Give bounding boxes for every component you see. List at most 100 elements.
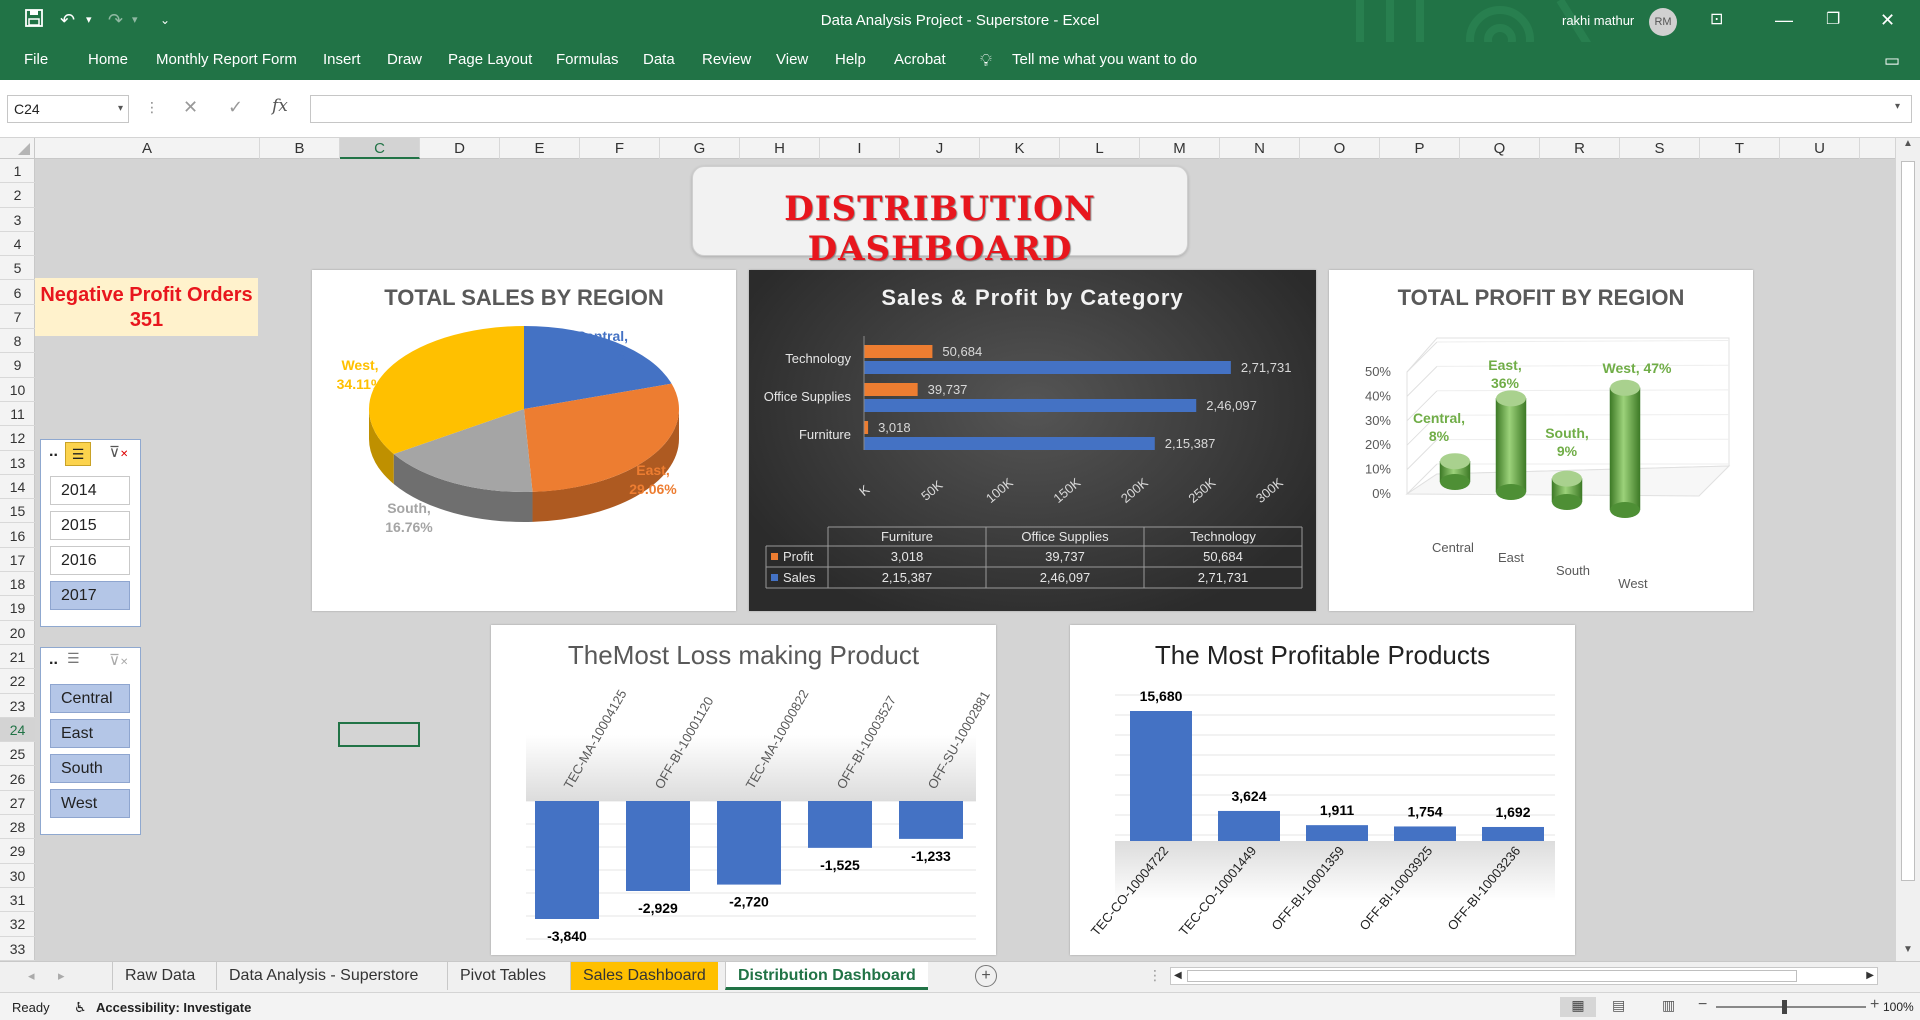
column-header-i[interactable]: I <box>820 138 900 159</box>
slicer-item-2015[interactable]: 2015 <box>50 511 130 540</box>
scroll-down-icon[interactable]: ▼ <box>1903 944 1913 955</box>
row-header-1[interactable]: 1 <box>0 159 35 184</box>
column-header-t[interactable]: T <box>1700 138 1780 159</box>
row-header-20[interactable]: 20 <box>0 621 35 645</box>
accessibility-status[interactable]: Accessibility: Investigate <box>96 1000 251 1015</box>
column-header-n[interactable]: N <box>1220 138 1300 159</box>
row-header-13[interactable]: 13 <box>0 451 35 475</box>
tab-splitter-icon[interactable]: ⋮ <box>1148 967 1162 984</box>
normal-view-icon[interactable]: ▦ <box>1560 997 1596 1017</box>
tab-view[interactable]: View <box>776 51 808 68</box>
formula-input[interactable] <box>310 95 1912 123</box>
sales-profit-category-chart[interactable]: Sales & Profit by Category Furniture 3,01… <box>749 270 1316 611</box>
row-header-4[interactable]: 4 <box>0 232 35 257</box>
column-header-q[interactable]: Q <box>1460 138 1540 159</box>
row-header-10[interactable]: 10 <box>0 378 35 402</box>
row-header-22[interactable]: 22 <box>0 669 35 694</box>
column-header-a[interactable]: A <box>35 138 260 159</box>
row-header-5[interactable]: 5 <box>0 256 35 281</box>
scroll-thumb[interactable] <box>1187 970 1797 982</box>
row-header-27[interactable]: 27 <box>0 791 35 816</box>
zoom-slider[interactable] <box>1716 1006 1866 1008</box>
page-break-view-icon[interactable]: ▥ <box>1662 997 1675 1014</box>
column-header-o[interactable]: O <box>1300 138 1380 159</box>
zoom-slider-thumb[interactable] <box>1782 1000 1787 1014</box>
accessibility-icon[interactable]: ♿︎ <box>74 999 87 1016</box>
slicer-item-east[interactable]: East <box>50 719 130 748</box>
tab-help[interactable]: Help <box>835 51 866 68</box>
slicer-item-south[interactable]: South <box>50 754 130 783</box>
row-header-24[interactable]: 24 <box>0 717 35 743</box>
row-header-25[interactable]: 25 <box>0 742 35 767</box>
ribbon-display-icon[interactable]: ⊡ <box>1710 8 1723 32</box>
sheet-tab-data-analysis-superstore[interactable]: Data Analysis - Superstore <box>216 962 430 990</box>
column-header-l[interactable]: L <box>1060 138 1140 159</box>
row-header-21[interactable]: 21 <box>0 645 35 670</box>
sheet-tab-pivot-tables[interactable]: Pivot Tables <box>447 962 558 990</box>
sales-by-region-chart[interactable]: TOTAL SALES BY REGION Central, 20.06% East… <box>312 270 736 611</box>
horizontal-scrollbar[interactable]: ◀ ▶ <box>1170 967 1878 985</box>
row-header-6[interactable]: 6 <box>0 281 35 305</box>
sheet-tab-raw-data[interactable]: Raw Data <box>112 962 207 990</box>
slicer-item-2014[interactable]: 2014 <box>50 476 130 505</box>
select-all-corner[interactable] <box>0 138 35 159</box>
clear-filter-icon[interactable]: ⊽✕ <box>109 651 128 669</box>
page-layout-view-icon[interactable]: ▤ <box>1612 997 1625 1014</box>
column-header-b[interactable]: B <box>260 138 340 159</box>
row-header-2[interactable]: 2 <box>0 183 35 208</box>
multi-select-icon[interactable]: ☰ <box>67 650 80 667</box>
column-header-m[interactable]: M <box>1140 138 1220 159</box>
tab-formulas[interactable]: Formulas <box>556 51 619 68</box>
row-header-26[interactable]: 26 <box>0 767 35 791</box>
slicer-item-2017[interactable]: 2017 <box>50 581 130 610</box>
row-header-28[interactable]: 28 <box>0 815 35 840</box>
column-header-c[interactable]: C <box>340 138 420 159</box>
tab-review[interactable]: Review <box>702 51 751 68</box>
scroll-up-icon[interactable]: ▲ <box>1903 138 1913 149</box>
column-header-g[interactable]: G <box>660 138 740 159</box>
comments-icon[interactable]: ▭ <box>1884 51 1900 71</box>
row-header-17[interactable]: 17 <box>0 548 35 573</box>
column-header-k[interactable]: K <box>980 138 1060 159</box>
clear-filter-icon[interactable]: ⊽✕ <box>109 443 128 461</box>
row-header-30[interactable]: 30 <box>0 864 35 888</box>
tab-page-layout[interactable]: Page Layout <box>448 51 532 68</box>
chevron-down-icon[interactable]: ▾ <box>118 96 123 122</box>
tell-me-search[interactable]: Tell me what you want to do <box>1012 51 1197 68</box>
column-header-u[interactable]: U <box>1780 138 1860 159</box>
sheet-tab-sales-dashboard[interactable]: Sales Dashboard <box>570 962 718 990</box>
row-header-33[interactable]: 33 <box>0 937 35 961</box>
profit-by-region-chart[interactable]: TOTAL PROFIT BY REGION 0% 10% 20% 30% 40% 50%… <box>1329 270 1753 611</box>
row-header-15[interactable]: 15 <box>0 499 35 524</box>
row-header-11[interactable]: 11 <box>0 402 35 427</box>
tab-draw[interactable]: Draw <box>387 51 422 68</box>
zoom-out-icon[interactable]: − <box>1698 996 1707 1014</box>
tab-acrobat[interactable]: Acrobat <box>894 51 946 68</box>
row-header-16[interactable]: 16 <box>0 524 35 548</box>
tab-file[interactable]: File <box>24 51 48 68</box>
minimize-icon[interactable]: — <box>1775 8 1793 32</box>
column-header-j[interactable]: J <box>900 138 980 159</box>
scroll-right-icon[interactable]: ▶ <box>1866 968 1874 984</box>
row-header-12[interactable]: 12 <box>0 426 35 451</box>
scroll-thumb[interactable] <box>1901 161 1915 881</box>
row-header-7[interactable]: 7 <box>0 305 35 330</box>
next-sheet-icon[interactable]: ▸ <box>58 968 65 984</box>
name-box[interactable]: C24 ▾ <box>7 95 129 123</box>
column-header-r[interactable]: R <box>1540 138 1620 159</box>
vertical-scrollbar[interactable]: ▲ ▼ <box>1895 138 1920 961</box>
column-header-h[interactable]: H <box>740 138 820 159</box>
add-sheet-icon[interactable]: + <box>975 965 997 987</box>
column-header-d[interactable]: D <box>420 138 500 159</box>
prev-sheet-icon[interactable]: ◂ <box>28 968 35 984</box>
tab-monthly-report-form[interactable]: Monthly Report Form <box>156 51 297 68</box>
zoom-level[interactable]: 100% <box>1883 1000 1914 1014</box>
multi-select-icon[interactable]: ☰ <box>65 442 91 466</box>
row-header-3[interactable]: 3 <box>0 208 35 232</box>
column-header-s[interactable]: S <box>1620 138 1700 159</box>
row-header-14[interactable]: 14 <box>0 475 35 500</box>
active-cell[interactable] <box>338 722 420 747</box>
restore-icon[interactable]: ❐ <box>1826 8 1840 32</box>
expand-formula-icon[interactable]: ▾ <box>1895 101 1900 112</box>
row-header-18[interactable]: 18 <box>0 572 35 597</box>
